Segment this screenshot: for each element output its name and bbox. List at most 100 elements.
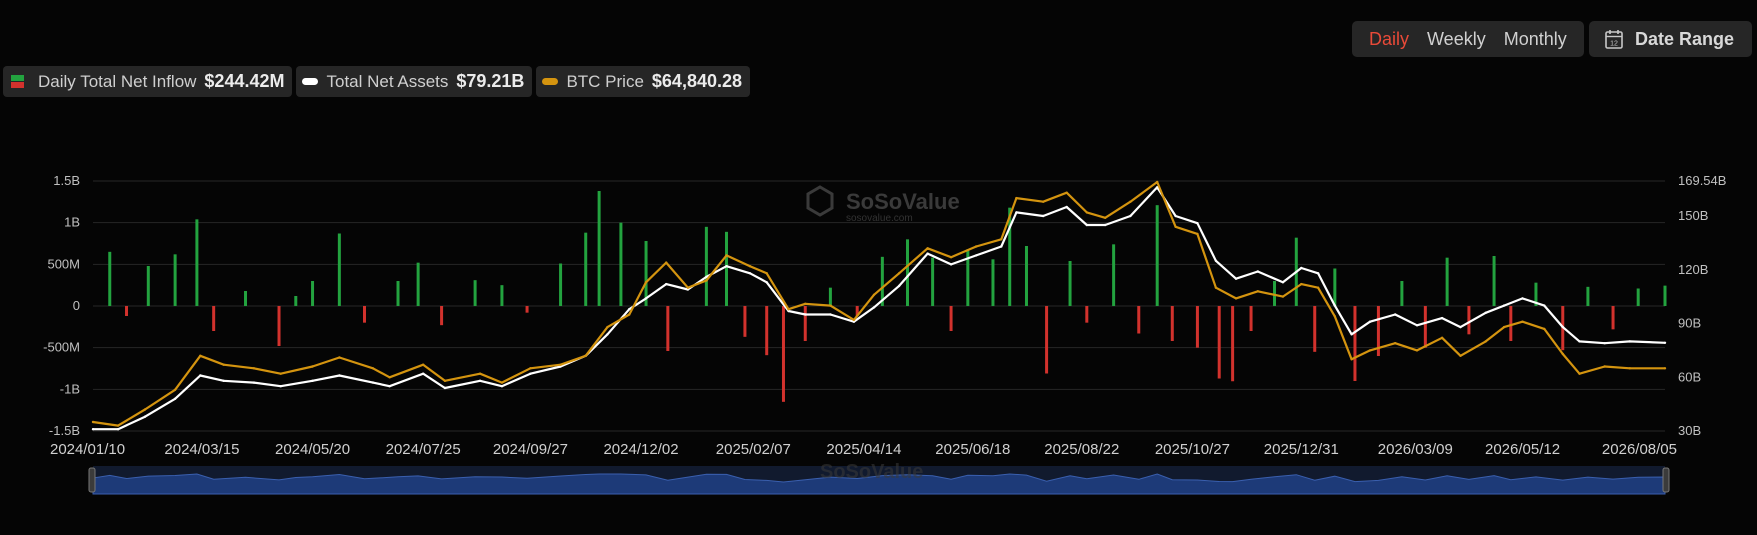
btc-price-point <box>500 381 504 384</box>
btc-price-point <box>975 245 978 248</box>
btc-price-point <box>371 367 375 370</box>
btc-price-point <box>478 372 482 375</box>
net-assets-point <box>725 265 728 268</box>
btc-price-point <box>1543 327 1546 331</box>
btc-price-point <box>787 308 790 311</box>
right-axis-tick-label: 90B <box>1678 316 1701 331</box>
btc-price-point <box>1042 200 1045 203</box>
net-assets-point <box>1104 223 1107 227</box>
net-inflow-bar <box>1249 306 1253 331</box>
btc-price-point <box>1561 352 1565 356</box>
btc-price-point <box>1663 367 1667 370</box>
net-inflow-bar <box>1068 261 1072 306</box>
net-assets-point <box>926 252 929 255</box>
net-assets-point <box>1561 325 1565 329</box>
net-assets-point <box>1459 325 1462 329</box>
net-inflow-bar <box>1085 306 1089 323</box>
net-assets-point <box>1502 304 1506 307</box>
x-axis-tick-label: 2026/05/12 <box>1485 441 1560 458</box>
net-assets-point <box>1316 272 1320 275</box>
btc-price-point <box>1521 320 1524 323</box>
net-inflow-bar <box>294 296 298 306</box>
net-assets-point <box>1440 316 1444 320</box>
sosovalue-logo-icon <box>806 185 834 217</box>
net-assets-point <box>500 385 504 388</box>
btc-price-point <box>1065 191 1068 194</box>
net-assets-point <box>199 374 202 377</box>
net-inflow-bar <box>362 306 366 323</box>
btc-price-point <box>1300 282 1303 286</box>
net-inflow-bar <box>416 262 420 306</box>
net-assets-point <box>478 379 482 382</box>
net-assets-point <box>1415 324 1419 327</box>
x-axis-tick-label: 2025/08/22 <box>1044 441 1119 458</box>
net-inflow-bar <box>1611 306 1615 330</box>
x-axis-tick-label: 2025/04/14 <box>826 441 901 458</box>
x-axis-tick-label: 2025/10/27 <box>1155 441 1230 458</box>
net-assets-point <box>279 385 282 388</box>
net-inflow-bar <box>440 306 444 326</box>
net-assets-point <box>422 372 425 375</box>
net-assets-point <box>529 372 532 375</box>
net-inflow-bar <box>559 263 563 306</box>
btc-price-point <box>1578 372 1581 375</box>
net-inflow-bar <box>931 257 935 306</box>
net-assets-point <box>1085 223 1089 227</box>
btc-price-point <box>422 363 425 366</box>
net-assets-point <box>91 428 95 431</box>
btc-price-point <box>1459 354 1462 357</box>
net-assets-point <box>1300 266 1303 270</box>
net-inflow-bar <box>244 291 248 306</box>
btc-price-point <box>1368 349 1372 352</box>
net-assets-point <box>665 282 668 286</box>
btc-price-point <box>584 354 587 357</box>
net-inflow-bar <box>1467 306 1471 335</box>
net-inflow-bar <box>905 239 909 306</box>
net-assets-point <box>1350 333 1353 336</box>
btc-price-point <box>1415 349 1419 352</box>
net-assets-point <box>1196 222 1199 225</box>
navigator-right-handle[interactable] <box>1662 467 1670 493</box>
net-inflow-bar <box>743 306 747 337</box>
net-assets-point <box>1663 341 1667 344</box>
x-axis-tick-label: 2024/12/02 <box>603 441 678 458</box>
btc-price-point <box>872 293 876 296</box>
btc-price-point <box>1502 325 1506 329</box>
btc-price-point <box>852 318 856 322</box>
net-inflow-bar <box>146 266 150 306</box>
x-axis: 2024/01/10 2024/03/15 2024/05/20 2024/07/25… <box>50 441 1677 458</box>
net-assets-point <box>1603 342 1606 345</box>
net-assets-point <box>143 415 147 418</box>
net-inflow-bar <box>1024 246 1028 306</box>
navigator-left-handle[interactable] <box>88 467 96 493</box>
btc-price-point <box>279 372 282 375</box>
right-axis-tick-label: 60B <box>1678 369 1701 384</box>
net-assets-point <box>1281 281 1285 284</box>
net-inflow-bar <box>277 306 281 346</box>
net-inflow-bar <box>597 191 601 306</box>
btc-price-point <box>644 281 648 284</box>
watermark-site: sosovalue.com <box>846 213 913 224</box>
x-axis-tick-label: 2026/03/09 <box>1378 441 1453 458</box>
btc-price-point <box>173 388 177 391</box>
btc-price-point <box>1214 286 1218 289</box>
btc-price-point <box>1129 200 1132 203</box>
x-axis-tick-label: 2024/01/10 <box>50 441 125 458</box>
btc-price-point <box>252 367 256 370</box>
net-assets-point <box>975 254 978 257</box>
net-inflow-bar <box>1353 306 1357 381</box>
net-assets-point <box>173 397 177 400</box>
net-inflow-bar <box>212 306 216 331</box>
range-navigator[interactable]: SoSoValue <box>88 461 1670 495</box>
net-assets-point <box>1368 320 1372 323</box>
net-inflow-bar <box>1492 256 1496 306</box>
net-assets-point <box>1394 313 1397 316</box>
net-assets-point <box>1628 340 1632 343</box>
left-axis-tick-label: 0 <box>73 298 80 313</box>
net-inflow-bar <box>949 306 953 331</box>
btc-price-point <box>559 363 562 366</box>
net-inflow-bar <box>525 306 529 313</box>
net-assets-point <box>116 428 120 431</box>
net-inflow-bar <box>1445 257 1449 306</box>
x-axis-tick-label: 2024/09/27 <box>493 441 568 458</box>
